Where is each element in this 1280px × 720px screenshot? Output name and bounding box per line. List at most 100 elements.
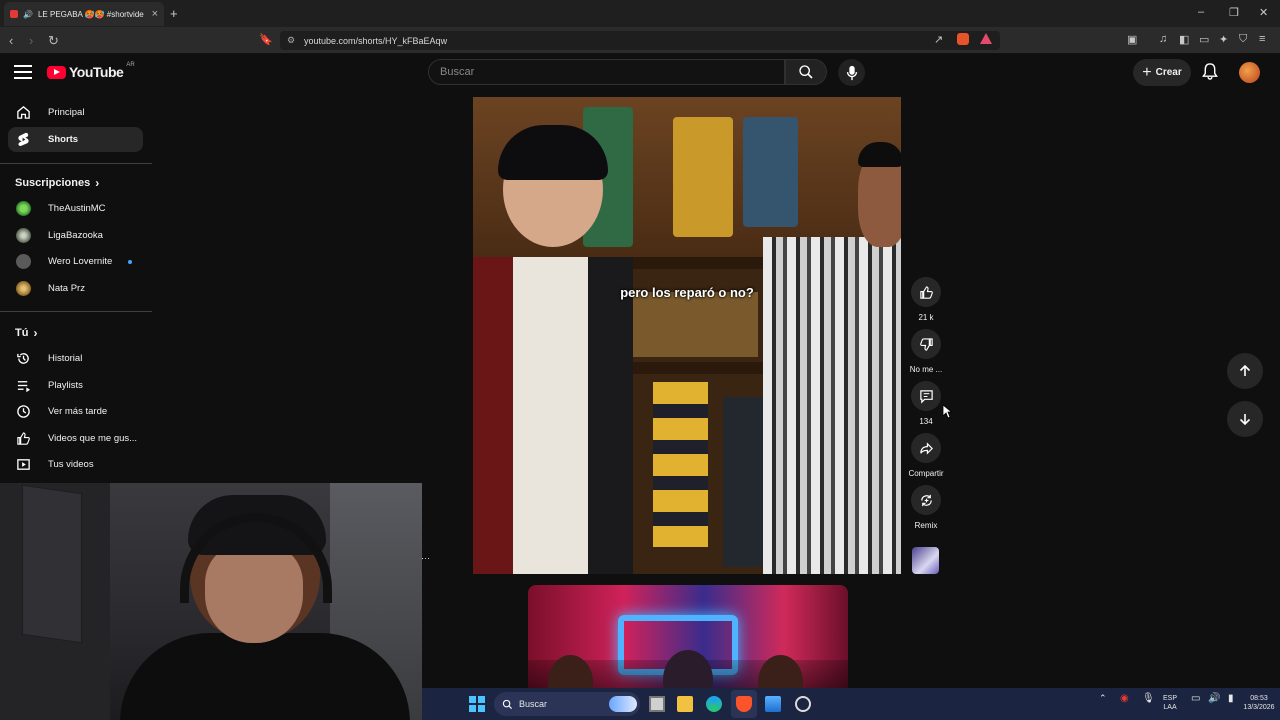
file-explorer-icon[interactable] [677,696,693,712]
browser-tab-bar [0,0,1280,27]
sidebar-subscription-item[interactable]: TheAustinMC [8,196,143,221]
tab-title: LE PEGABA 🥵🥵 #shortvide [37,9,144,19]
sidebar-item-watch-later[interactable]: Ver más tarde [8,399,143,424]
shorts-icon [16,132,31,147]
channel-avatar [16,254,31,269]
notifications-bell-icon[interactable] [1202,63,1218,85]
network-icon[interactable]: ▭ [1191,694,1200,704]
sidebar-subscription-item[interactable]: Nata Prz [8,276,143,301]
thumbs-down-icon [919,337,933,351]
new-content-dot [128,259,132,264]
sidebar-item-principal[interactable]: Principal [8,100,143,125]
search-input[interactable]: Buscar [428,59,785,85]
thumbs-up-icon [16,431,31,446]
url-bar[interactable]: youtube.com/shorts/HY_kFBaEAqw [280,31,1000,50]
menu-icon[interactable]: ≡ [1259,33,1265,45]
tray-mic-icon[interactable]: 🎙 [1142,694,1155,704]
back-icon[interactable]: ‹ [9,33,13,48]
sidebar-item-liked-videos[interactable]: Videos que me gus... [8,426,143,451]
sidebar-subscription-item[interactable]: Wero Lovernite [8,249,143,274]
more-options-icon[interactable]: ⋯ [421,553,430,564]
sidebar-divider [0,311,152,312]
wallet-icon[interactable]: ▭ [1199,33,1209,46]
brave-rewards-icon[interactable] [980,33,992,44]
audio-playing-icon[interactable]: 🔊 [23,10,33,19]
chevron-right-icon: › [95,176,100,190]
tray-overflow-icon[interactable]: ⌃ [1099,694,1107,703]
photos-icon[interactable] [765,696,781,712]
share-page-icon[interactable]: ↗ [934,33,943,46]
hamburger-menu-icon[interactable] [14,65,32,79]
voice-search-button[interactable] [838,59,865,86]
chrome-icon[interactable] [795,696,811,712]
sidebar-panel-icon[interactable]: ▣ [1127,33,1137,46]
video-icon [16,457,31,472]
task-view-icon[interactable] [649,696,665,712]
dislike-button[interactable] [911,329,941,359]
restore-icon[interactable]: ❐ [1229,6,1239,19]
search-button[interactable] [785,59,827,85]
you-header[interactable]: Tú › [15,326,37,340]
volume-icon[interactable]: 🔊 [1208,694,1220,704]
channel-avatar [16,228,31,243]
new-tab-icon[interactable]: + [170,6,178,21]
tray-app-icon[interactable]: ◉ [1120,694,1129,704]
share-label: Compartir [908,469,944,478]
like-button[interactable] [911,277,941,307]
vpn-shield-icon[interactable]: ⛉ [1239,33,1247,46]
reload-icon[interactable]: ↻ [48,33,59,49]
dislike-label: No me ... [909,365,943,374]
edge-browser-icon[interactable] [706,696,722,712]
sidebar-subscription-item[interactable]: LigaBazooka [8,223,143,248]
search-highlight-icon[interactable] [609,696,637,712]
remix-button[interactable] [911,485,941,515]
share-button[interactable] [911,433,941,463]
comments-button[interactable] [911,381,941,411]
search-icon [799,65,813,79]
browser-tab[interactable]: 🔊 LE PEGABA 🥵🥵 #shortvide × [4,2,164,26]
close-tab-icon[interactable]: × [152,8,158,20]
leo-ai-icon[interactable]: ✦ [1219,33,1228,46]
sound-thumbnail[interactable] [912,547,939,574]
arrow-up-icon [1239,364,1251,376]
split-view-icon[interactable]: ◧ [1179,33,1189,46]
short-video-player[interactable] [473,97,901,574]
brave-browser-icon[interactable] [736,696,752,712]
share-icon [919,441,933,455]
thumbs-up-icon [919,285,933,299]
account-avatar[interactable] [1239,62,1260,83]
remix-label: Remix [914,521,938,530]
language-indicator[interactable]: ESP LAA [1163,694,1177,712]
windows-start-icon[interactable] [469,696,485,712]
youtube-favicon-icon [10,10,18,18]
sidebar-item-historial[interactable]: Historial [8,346,143,371]
sidebar-item-shorts[interactable]: Shorts [8,127,143,152]
comment-icon [919,389,933,404]
next-short-button[interactable] [1227,401,1263,437]
battery-icon[interactable]: ▮ [1228,694,1234,704]
sidebar-item-playlists[interactable]: Playlists [8,373,143,398]
close-window-icon[interactable]: ✕ [1259,6,1268,19]
chevron-right-icon: › [33,326,38,340]
minimize-icon[interactable]: – [1198,6,1204,18]
create-button[interactable]: + Crear [1133,59,1191,86]
video-caption: pero los reparó o no? [620,285,754,300]
subscriptions-header[interactable]: Suscripciones › [15,176,99,190]
forward-icon[interactable]: › [29,33,33,48]
arrow-down-icon [1239,414,1251,426]
clock-icon [16,404,31,419]
channel-avatar [16,281,31,296]
youtube-logo[interactable]: YouTube AR [47,62,135,80]
history-icon [16,351,31,366]
sidebar: Principal Shorts Suscripciones › TheAust… [0,94,152,484]
sidebar-divider [0,163,152,164]
bookmark-icon[interactable]: 🔖 [259,33,273,46]
microphone-icon [846,65,857,80]
music-icon[interactable]: ♫ [1159,33,1167,45]
brave-shield-icon[interactable] [957,33,969,45]
youtube-play-icon [47,65,66,79]
sidebar-item-your-videos[interactable]: Tus videos [8,452,143,477]
previous-short-button[interactable] [1227,353,1263,389]
site-info-icon[interactable]: ⚙ [287,35,295,46]
clock[interactable]: 08:53 13/3/2026 [1240,694,1278,712]
